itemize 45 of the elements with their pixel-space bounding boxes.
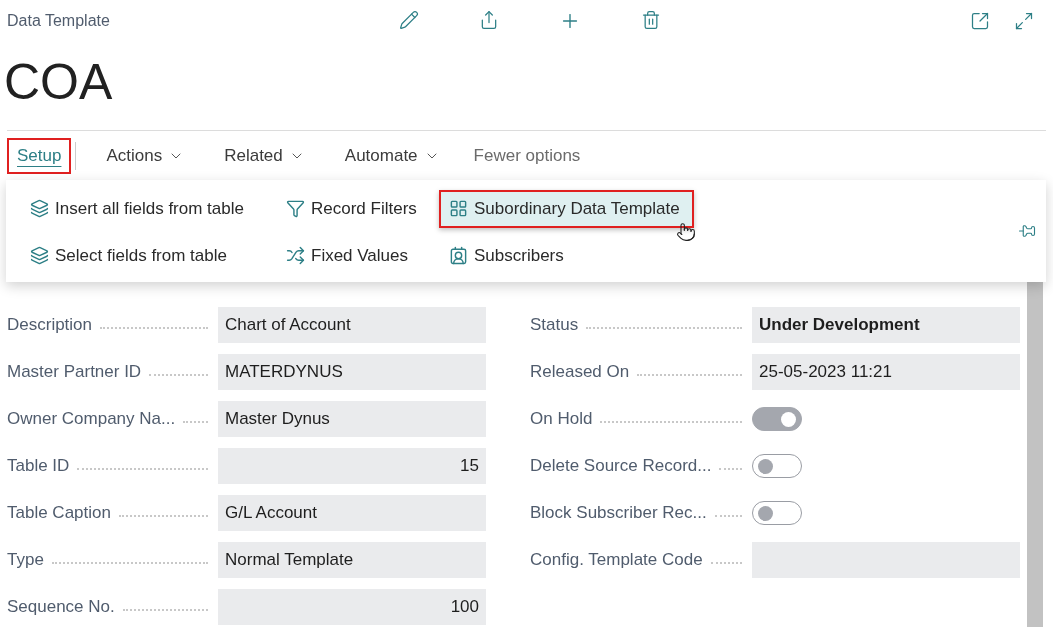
scrollbar[interactable]	[1027, 282, 1043, 627]
field-label: Description	[7, 315, 93, 335]
hand-cursor-icon	[675, 221, 696, 242]
page-title: COA	[4, 53, 114, 112]
field-label: Sequence No.	[7, 597, 115, 617]
menu-item[interactable]: Insert all fields from table	[20, 189, 258, 228]
field-label: Released On	[530, 362, 630, 382]
stacked-layers-icon	[30, 246, 49, 265]
toggle-switch[interactable]	[752, 501, 802, 525]
menu-item[interactable]: Fixed Values	[276, 236, 422, 275]
action-tab[interactable]: Related	[214, 137, 315, 174]
menu-item[interactable]: Record Filters	[276, 189, 431, 228]
input-field[interactable]: 25-05-2023 11:21	[752, 354, 1020, 390]
input-field[interactable]: Normal Template	[218, 542, 486, 578]
action-tab[interactable]: Actions	[96, 137, 195, 174]
input-field[interactable]: MATERDYNUS	[218, 354, 486, 390]
toggle-switch[interactable]	[752, 407, 802, 431]
grid-icon	[449, 199, 468, 218]
field-label: Config. Template Code	[530, 550, 703, 570]
filter-icon	[286, 199, 305, 218]
toggle-switch[interactable]	[752, 454, 802, 478]
page-caption: Data Template	[7, 12, 111, 30]
menu-item[interactable]: Subscribers	[439, 236, 578, 275]
field-label: Delete Source Record...	[530, 456, 712, 476]
action-tab[interactable]: Automate	[334, 137, 450, 174]
contact-card-icon	[449, 246, 468, 265]
fewer-options-link[interactable]: Fewer options	[469, 139, 585, 172]
input-field[interactable]: Chart of Account	[218, 307, 486, 343]
input-field[interactable]: 100	[218, 589, 486, 625]
field-label: Owner Company Na...	[7, 409, 176, 429]
input-field[interactable]: 15	[218, 448, 486, 484]
stacked-layers-icon	[30, 199, 49, 218]
action-tab[interactable]: Setup	[7, 137, 72, 174]
input-field[interactable]: G/L Account	[218, 495, 486, 531]
field-label: Table Caption	[7, 503, 111, 523]
field-label: Master Partner ID	[7, 362, 142, 382]
menu-item[interactable]: Select fields from table	[20, 236, 241, 275]
field-label: On Hold	[530, 409, 593, 429]
input-field[interactable]: Under Development	[752, 307, 1020, 343]
field-label: Block Subscriber Rec...	[530, 503, 707, 523]
field-label: Table ID	[7, 456, 70, 476]
input-field[interactable]: Master Dynus	[218, 401, 486, 437]
shuffle-icon	[286, 246, 305, 265]
field-label: Status	[530, 315, 579, 335]
field-label: Type	[7, 550, 44, 570]
